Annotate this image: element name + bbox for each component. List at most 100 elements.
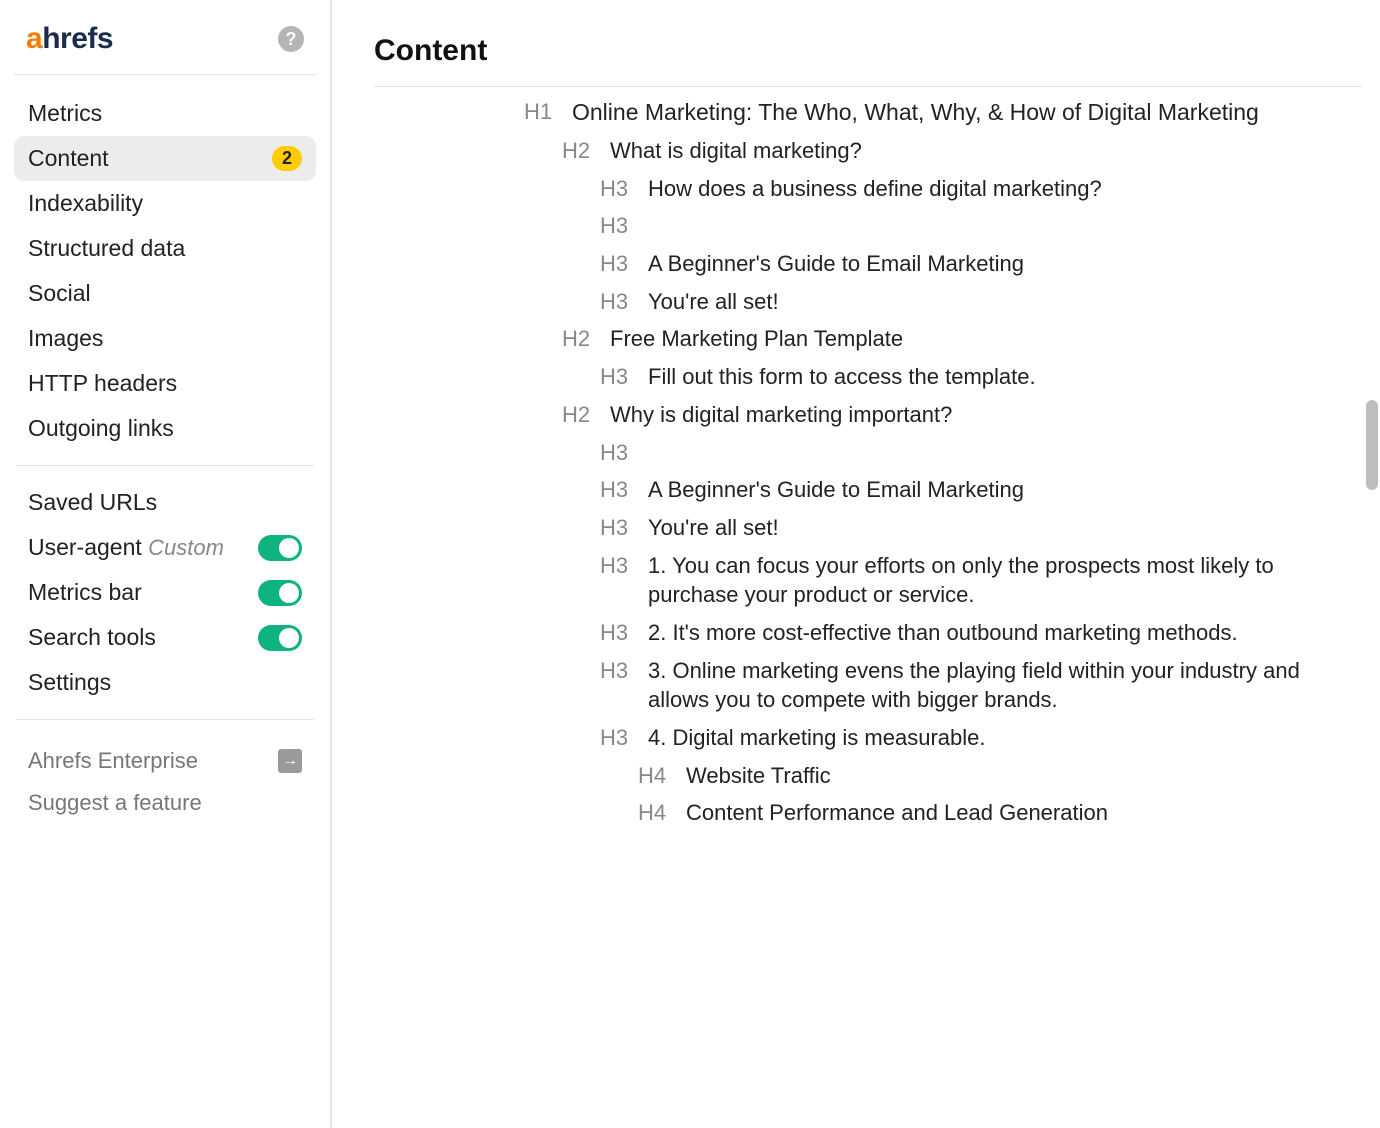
sidebar-item-structured-data[interactable]: Structured data — [14, 226, 316, 271]
sidebar-item-outgoing-links[interactable]: Outgoing links — [14, 406, 316, 451]
sidebar-item-label: Images — [28, 325, 103, 352]
heading-row[interactable]: H3 Fill out this form to access the templ… — [600, 362, 1342, 392]
heading-text: You're all set! — [648, 513, 779, 543]
suggest-label: Suggest a feature — [28, 790, 202, 816]
heading-tag: H3 — [600, 211, 636, 241]
arrow-right-icon: → — [278, 749, 302, 773]
help-icon[interactable]: ? — [278, 26, 304, 52]
sidebar-item-images[interactable]: Images — [14, 316, 316, 361]
sidebar-item-label: Content — [28, 145, 109, 172]
sidebar-item-label: HTTP headers — [28, 370, 177, 397]
heading-row[interactable]: H3 4. Digital marketing is measurable. — [600, 723, 1342, 753]
page-title: Content — [374, 34, 1362, 68]
heading-tag: H3 — [600, 656, 636, 686]
heading-text: You're all set! — [648, 287, 779, 317]
sidebar-item-label: Social — [28, 280, 91, 307]
heading-tag: H3 — [600, 287, 636, 317]
user-agent-row: User-agent Custom — [14, 525, 316, 570]
heading-tag: H4 — [638, 761, 674, 791]
heading-text: A Beginner's Guide to Email Marketing — [648, 475, 1024, 505]
heading-row[interactable]: H2 Free Marketing Plan Template — [562, 324, 1342, 354]
heading-tag: H1 — [524, 97, 560, 127]
heading-tag: H3 — [600, 618, 636, 648]
heading-tag: H2 — [562, 400, 598, 430]
sidebar-item-label: Outgoing links — [28, 415, 174, 442]
heading-text: Fill out this form to access the templat… — [648, 362, 1036, 392]
heading-tag: H3 — [600, 362, 636, 392]
settings-link[interactable]: Settings — [14, 660, 316, 705]
sidebar-item-label: Metrics — [28, 100, 102, 127]
heading-row[interactable]: H3 3. Online marketing evens the playing … — [600, 656, 1342, 715]
content-badge: 2 — [272, 146, 302, 171]
heading-text: A Beginner's Guide to Email Marketing — [648, 249, 1024, 279]
heading-tag: H2 — [562, 324, 598, 354]
saved-urls-link[interactable]: Saved URLs — [14, 480, 316, 525]
sidebar: ahrefs ? Metrics Content 2 Indexability … — [0, 0, 332, 1128]
heading-tag: H3 — [600, 249, 636, 279]
logo-rest: hrefs — [42, 22, 113, 55]
sidebar-item-http-headers[interactable]: HTTP headers — [14, 361, 316, 406]
search-tools-toggle[interactable] — [258, 625, 302, 651]
heading-text: What is digital marketing? — [610, 136, 862, 166]
divider — [16, 465, 314, 466]
sidebar-item-metrics[interactable]: Metrics — [14, 91, 316, 136]
heading-tag: H3 — [600, 438, 636, 468]
heading-tag: H2 — [562, 136, 598, 166]
user-agent-text: User-agent — [28, 534, 142, 560]
heading-outline: H1 Online Marketing: The Who, What, Why, … — [374, 97, 1362, 828]
heading-row[interactable]: H3 A Beginner's Guide to Email Marketing — [600, 249, 1342, 279]
heading-row[interactable]: H2 What is digital marketing? — [562, 136, 1342, 166]
metrics-bar-row: Metrics bar — [14, 570, 316, 615]
sidebar-footer: Ahrefs Enterprise → Suggest a feature — [14, 740, 316, 824]
sidebar-item-content[interactable]: Content 2 — [14, 136, 316, 181]
heading-text: Online Marketing: The Who, What, Why, & … — [572, 97, 1259, 128]
sidebar-item-label: Indexability — [28, 190, 143, 217]
heading-row[interactable]: H2 Why is digital marketing important? — [562, 400, 1342, 430]
divider — [374, 86, 1362, 87]
heading-text: 4. Digital marketing is measurable. — [648, 723, 985, 753]
search-tools-label: Search tools — [28, 624, 156, 651]
heading-row[interactable]: H3 You're all set! — [600, 513, 1342, 543]
heading-row[interactable]: H3 1. You can focus your efforts on only … — [600, 551, 1342, 610]
metrics-bar-toggle[interactable] — [258, 580, 302, 606]
heading-tag: H3 — [600, 475, 636, 505]
heading-row[interactable]: H3 You're all set! — [600, 287, 1342, 317]
logo-row: ahrefs ? — [14, 22, 316, 75]
heading-tag: H4 — [638, 798, 674, 828]
heading-row[interactable]: H4 Content Performance and Lead Generatio… — [638, 798, 1342, 828]
logo-first-letter: a — [26, 22, 42, 55]
heading-text: Free Marketing Plan Template — [610, 324, 903, 354]
suggest-feature-link[interactable]: Suggest a feature — [14, 782, 316, 824]
scrollbar-thumb[interactable] — [1366, 400, 1378, 490]
saved-urls-label: Saved URLs — [28, 489, 157, 516]
enterprise-label: Ahrefs Enterprise — [28, 748, 198, 774]
heading-text: Content Performance and Lead Generation — [686, 798, 1108, 828]
heading-row[interactable]: H3 — [600, 438, 1342, 468]
heading-text: 1. You can focus your efforts on only th… — [648, 551, 1342, 610]
enterprise-link[interactable]: Ahrefs Enterprise → — [14, 740, 316, 782]
settings-label: Settings — [28, 669, 111, 696]
heading-text: Website Traffic — [686, 761, 831, 791]
heading-row[interactable]: H4 Website Traffic — [638, 761, 1342, 791]
user-agent-value: Custom — [148, 535, 224, 560]
heading-row[interactable]: H3 — [600, 211, 1342, 241]
heading-text: 3. Online marketing evens the playing fi… — [648, 656, 1342, 715]
heading-row[interactable]: H3 How does a business define digital mar… — [600, 174, 1342, 204]
heading-text: Why is digital marketing important? — [610, 400, 952, 430]
user-agent-toggle[interactable] — [258, 535, 302, 561]
heading-tag: H3 — [600, 551, 636, 581]
heading-tag: H3 — [600, 513, 636, 543]
search-tools-row: Search tools — [14, 615, 316, 660]
main-panel: Content H1 Online Marketing: The Who, Wha… — [332, 0, 1380, 1128]
sidebar-item-social[interactable]: Social — [14, 271, 316, 316]
metrics-bar-label: Metrics bar — [28, 579, 142, 606]
sidebar-item-indexability[interactable]: Indexability — [14, 181, 316, 226]
logo[interactable]: ahrefs — [26, 22, 113, 56]
heading-tag: H3 — [600, 723, 636, 753]
sidebar-item-label: Structured data — [28, 235, 185, 262]
heading-row[interactable]: H32. It's more cost-effective than outbo… — [600, 618, 1342, 648]
heading-tag: H3 — [600, 174, 636, 204]
heading-row[interactable]: H1 Online Marketing: The Who, What, Why, … — [524, 97, 1342, 128]
heading-text: How does a business define digital marke… — [648, 174, 1102, 204]
heading-row[interactable]: H3 A Beginner's Guide to Email Marketing — [600, 475, 1342, 505]
